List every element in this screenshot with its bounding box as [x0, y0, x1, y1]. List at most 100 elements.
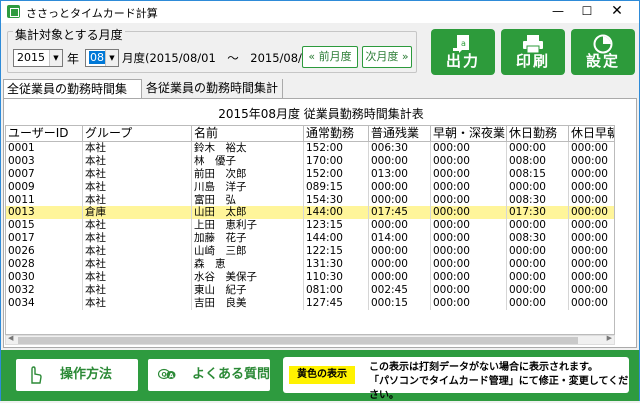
summary-table[interactable]: ユーザーID グループ 名前 通常勤務 普通残業 早朝・深夜業 休日勤務 休日早…: [5, 125, 615, 335]
settings-button[interactable]: 設定: [571, 29, 635, 75]
table-cell: 127:45: [304, 296, 369, 310]
table-cell: 000:00: [431, 296, 507, 310]
table-row[interactable]: 0009 本社 川島 洋子 089:15 000:00 000:00 000:00 000:0…: [6, 180, 614, 194]
yellow-legend-tag: 黄色の表示: [289, 366, 355, 384]
table-cell: 000:00: [369, 180, 431, 194]
output-label: 出力: [445, 52, 480, 70]
table-cell: 000:00: [507, 258, 569, 271]
year-value: 2015: [17, 51, 45, 64]
month-select[interactable]: 08 ▼: [85, 49, 119, 67]
legend-note: 黄色の表示 この表示は打刻データがない場合に表示されます。 「パソコンでタイムカ…: [283, 357, 629, 401]
table-cell: 本社: [83, 154, 192, 168]
scroll-left-icon[interactable]: ◀: [8, 334, 13, 342]
table-cell: 本社: [83, 296, 192, 310]
table-cell: 000:00: [569, 194, 614, 207]
minimize-button[interactable]: —: [544, 1, 572, 23]
settings-label: 設定: [585, 52, 620, 70]
table-cell: 144:00: [304, 206, 369, 220]
table-cell: 本社: [83, 167, 192, 181]
period-range: 月度(2015/08/01 ～ 2015/08/31): [122, 51, 322, 65]
scrollbar-thumb[interactable]: [18, 337, 578, 344]
table-row[interactable]: 0028 本社森 恵 131:30 000:00 000:00 000:00 000:00: [6, 258, 614, 271]
tab-all-employees[interactable]: 全従業員の勤務時間集計: [3, 79, 142, 115]
table-cell: 008:15: [507, 167, 569, 181]
column-header[interactable]: 休日勤務: [507, 126, 569, 141]
table-row[interactable]: 0015 本社 上田 恵利子 123:15 000:00 000:00 000:00 000:…: [6, 219, 614, 233]
chevron-down-icon[interactable]: ▼: [49, 50, 62, 66]
table-cell: 0028: [6, 258, 83, 271]
faq-button[interactable]: Q A よくある質問: [147, 358, 271, 392]
column-header[interactable]: 通常勤務: [304, 126, 369, 141]
table-cell: 0034: [6, 296, 83, 310]
howto-label: 操作方法: [60, 367, 113, 382]
table-cell: 000:00: [431, 180, 507, 194]
column-header[interactable]: ユーザーID: [6, 126, 83, 141]
table-row[interactable]: 0011 本社 富田 弘 154:30 000:00 000:00 008:30 000:00: [6, 193, 614, 207]
table-cell: 0017: [6, 232, 83, 246]
table-row[interactable]: 0001 本社 鈴木 裕太 152:00 006:30 000:00 000:00 000:0…: [6, 142, 614, 155]
table-cell: 000:00: [569, 181, 614, 194]
table-row[interactable]: 0030 本社 水谷 美保子 110:30 000:00 000:00 000:00 000:…: [6, 270, 614, 284]
table-cell: 本社: [83, 245, 192, 259]
table-cell: 089:15: [304, 180, 369, 194]
table-cell: 本社: [83, 270, 192, 284]
table-cell: 000:00: [507, 283, 569, 297]
table-row[interactable]: 0034 本社 吉田 良美 127:45 000:15 000:00 000:00 000:0…: [6, 296, 614, 310]
howto-button[interactable]: 操作方法: [15, 358, 139, 392]
table-cell: 000:00: [369, 270, 431, 284]
table-row[interactable]: 0007 本社 前田 次郎 152:00 013:00 000:00 008:15 000:0…: [6, 167, 614, 181]
chevron-down-icon[interactable]: ▼: [105, 50, 118, 66]
faq-label: よくある質問: [192, 367, 271, 382]
year-select[interactable]: 2015 ▼: [13, 49, 63, 67]
footer-bar: 操作方法 Q A よくある質問 黄色の表示 この表示は打刻データがない場合に表示…: [1, 350, 639, 401]
table-cell: 加藤 花子: [192, 232, 304, 246]
output-button[interactable]: a 出力: [431, 29, 495, 75]
table-cell: 000:00: [569, 155, 614, 168]
table-cell: 東山 紀子: [192, 283, 304, 297]
table-cell: 000:00: [569, 284, 614, 297]
app-window: ささっとタイムカード計算 — ☐ ✕ 集計対象とする月度 2015 ▼ 年 08…: [0, 0, 640, 401]
table-cell: 0007: [6, 167, 83, 181]
table-cell: 本社: [83, 193, 192, 207]
table-cell: 000:00: [431, 270, 507, 284]
table-cell: 000:00: [369, 219, 431, 233]
table-row[interactable]: 0013 倉庫 山田 太郎 144:00 017:45 000:00 017:30 000:0…: [6, 206, 614, 220]
table-row[interactable]: 0003 本社林 優子 170:00 000:00 000:00 008:00 000:00: [6, 154, 614, 168]
table-cell: 0011: [6, 193, 83, 207]
table-cell: 000:00: [431, 142, 507, 155]
close-button[interactable]: ✕: [603, 1, 631, 23]
table-cell: 000:00: [431, 206, 507, 220]
table-cell: 000:00: [431, 245, 507, 259]
scroll-right-icon[interactable]: ▶: [607, 334, 612, 342]
table-cell: 000:15: [369, 296, 431, 310]
table-cell: 000:00: [569, 297, 614, 310]
horizontal-scrollbar[interactable]: ◀ ▶: [5, 334, 615, 345]
table-cell: 000:00: [569, 142, 614, 155]
print-button[interactable]: 印刷: [501, 29, 565, 75]
column-header[interactable]: 早朝・深夜業: [431, 126, 507, 141]
table-cell: 000:00: [507, 142, 569, 155]
table-row[interactable]: 0017 本社 加藤 花子 144:00 014:00 000:00 008:30 000:0…: [6, 232, 614, 246]
window-title: ささっとタイムカード計算: [26, 7, 158, 20]
column-header[interactable]: グループ: [83, 126, 192, 141]
table-cell: 森 恵: [192, 258, 304, 271]
table-cell: 水谷 美保子: [192, 270, 304, 284]
table-cell: 本社: [83, 232, 192, 246]
table-row[interactable]: 0032 本社 東山 紀子 081:00 002:45 000:00 000:00 000:0…: [6, 283, 614, 297]
table-body: 0001 本社 鈴木 裕太 152:00 006:30 000:00 000:00 000:0…: [6, 142, 614, 310]
svg-text:a: a: [461, 39, 466, 48]
next-month-button[interactable]: 次月度 »: [362, 46, 412, 68]
column-header[interactable]: 名前: [192, 126, 304, 141]
maximize-button[interactable]: ☐: [573, 1, 601, 23]
column-header[interactable]: 普通残業: [369, 126, 431, 141]
qa-bubble-icon: Q A: [158, 368, 176, 380]
period-legend: 集計対象とする月度: [13, 26, 125, 43]
prev-month-button[interactable]: « 前月度: [302, 46, 358, 68]
column-header[interactable]: 休日早朝・深: [569, 126, 614, 141]
table-row[interactable]: 0026 本社 山崎 三郎 122:15 000:00 000:00 000:00 000:0…: [6, 245, 614, 259]
table-cell: 000:00: [569, 219, 614, 232]
table-cell: 前田 次郎: [192, 167, 304, 181]
tab-each-employee[interactable]: 各従業員の勤務時間集計: [143, 79, 283, 99]
table-cell: 002:45: [369, 283, 431, 297]
table-cell: 008:30: [507, 193, 569, 207]
